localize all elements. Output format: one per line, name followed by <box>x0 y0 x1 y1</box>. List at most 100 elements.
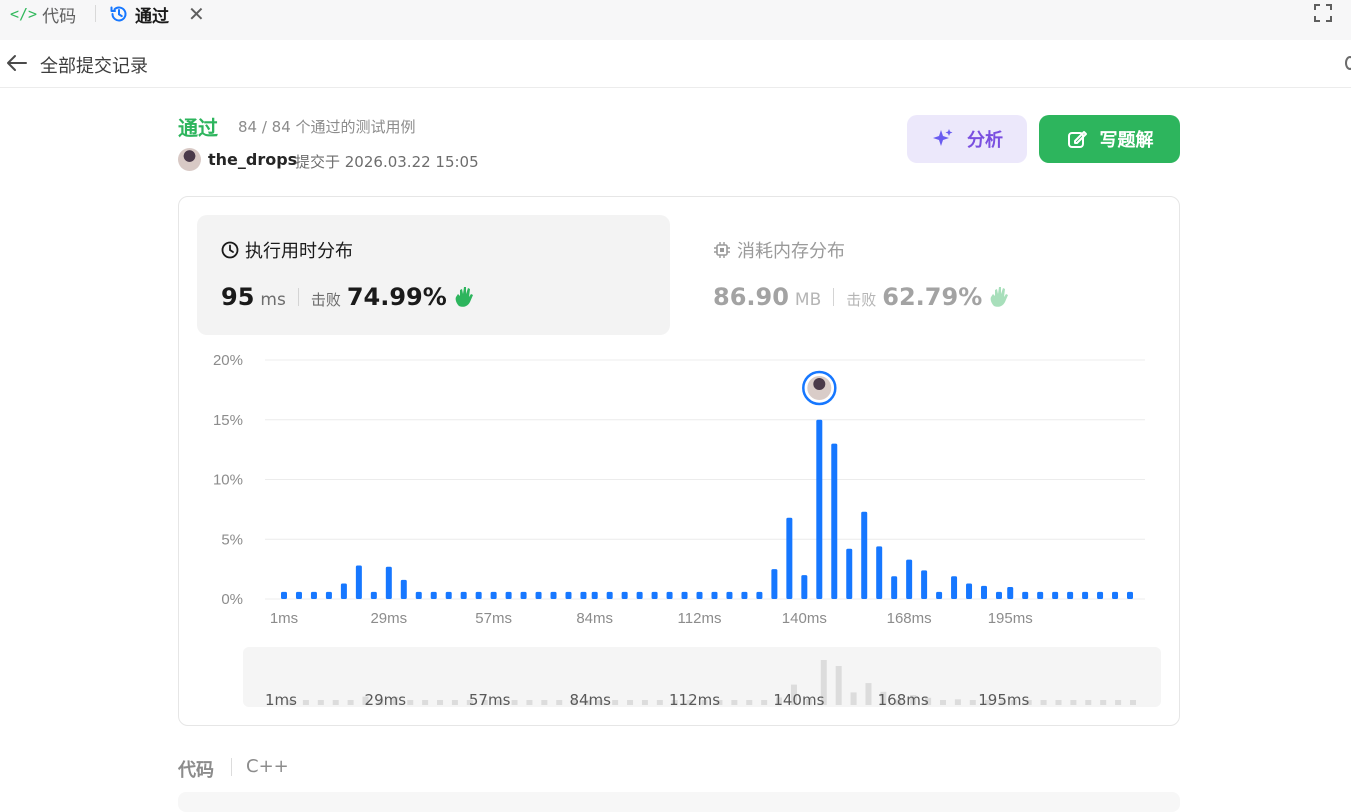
chart-bar <box>355 565 362 599</box>
navigator-tick-label: 29ms <box>365 691 407 707</box>
code-icon: </> <box>10 5 38 23</box>
navigator-preview: 1ms 29ms 57ms 84ms 112ms 140ms 168ms 195ms <box>265 660 1136 707</box>
x-tick-label: 140ms <box>782 610 827 627</box>
analyze-label: 分析 <box>967 130 1003 151</box>
runtime-unit: ms <box>260 290 286 310</box>
navigator-tick-label: 84ms <box>569 691 611 707</box>
chart-bar <box>475 591 482 599</box>
x-tick-label: 29ms <box>370 610 407 627</box>
chart-bar <box>831 443 838 599</box>
chart-bar <box>295 591 302 599</box>
navigator-bar <box>437 700 444 705</box>
sparkle-icon <box>933 129 953 146</box>
code-block <box>178 792 1180 812</box>
navigator-bar <box>347 700 354 705</box>
chart-bar <box>415 591 422 599</box>
y-tick-label: 15% <box>213 412 243 429</box>
x-tick-label: 195ms <box>988 610 1033 627</box>
navigator-bar <box>1100 700 1107 705</box>
chart-bar <box>621 591 628 599</box>
chart-bar <box>385 566 392 599</box>
runtime-distribution-chart[interactable]: 20% 15% 10% 5% 0% 1ms 29ms 57ms 84ms 112ms 140ms 1… <box>195 345 1165 635</box>
chart-bar <box>580 591 587 599</box>
chart-bar <box>995 591 1002 599</box>
navigator-bar <box>332 700 339 705</box>
chart-bar <box>460 591 467 599</box>
navigator-bar <box>422 700 429 705</box>
chart-bar <box>966 583 973 599</box>
navigator-bar <box>556 700 563 705</box>
runtime-beats-label: 击败 <box>310 291 341 309</box>
navigator-tick-label: 195ms <box>978 691 1029 707</box>
chart-bar <box>550 591 557 599</box>
runtime-divider <box>297 288 299 306</box>
chart-bar <box>741 591 748 599</box>
chart-bar <box>801 575 808 599</box>
navigator-tick-label: 1ms <box>265 691 297 707</box>
chart-bar <box>445 591 452 599</box>
x-tick-label: 57ms <box>475 610 512 627</box>
chart-bar <box>520 591 527 599</box>
chart-bar <box>711 591 718 599</box>
write-solution-label: 写题解 <box>1099 130 1154 151</box>
memory-beats-percent: 62.79% <box>882 283 983 311</box>
y-tick-label: 0% <box>221 591 243 608</box>
code-divider <box>231 758 232 776</box>
chart-bar <box>846 548 853 599</box>
navigator-bar <box>1115 700 1122 705</box>
navigator-bar <box>641 700 648 705</box>
chart-bar <box>310 591 317 599</box>
fullscreen-icon[interactable] <box>1313 3 1333 23</box>
edge-icon[interactable] <box>1345 56 1351 70</box>
chart-bar <box>696 591 703 599</box>
chart-bar <box>636 591 643 599</box>
analyze-button[interactable]: 分析 <box>907 115 1027 163</box>
chart-bar <box>906 559 913 599</box>
user-marker-avatar-face <box>813 378 826 390</box>
navigator-bar <box>511 700 518 705</box>
edit-icon <box>1067 131 1087 148</box>
navigator-bar <box>761 700 768 705</box>
page-title: 全部提交记录 <box>40 56 148 77</box>
back-arrow-icon[interactable] <box>6 53 28 73</box>
y-tick-label: 10% <box>213 472 243 489</box>
navigator-tick-label: 140ms <box>773 691 824 707</box>
chart-bar <box>606 591 613 599</box>
chart-bar <box>370 591 377 599</box>
avatar[interactable] <box>178 148 201 171</box>
runtime-panel[interactable]: 执行用时分布 95 ms 击败 74.99% <box>197 215 670 335</box>
chart-bar <box>490 591 497 599</box>
navigator-bar <box>954 699 961 705</box>
navigator-bar <box>1085 700 1092 705</box>
memory-unit: MB <box>794 290 822 310</box>
chart-bar <box>325 591 332 599</box>
chart-bar <box>340 583 347 599</box>
code-language[interactable]: C++ <box>246 756 289 777</box>
navigator-bar <box>541 700 548 705</box>
runtime-value: 95 <box>221 283 255 311</box>
tab-accepted[interactable]: 通过 <box>109 0 169 28</box>
clap-icon <box>455 287 473 307</box>
navigator-bar <box>1040 700 1047 705</box>
write-solution-button[interactable]: 写题解 <box>1039 115 1180 163</box>
tab-accepted-label: 通过 <box>135 6 169 27</box>
clock-icon <box>221 241 239 259</box>
chart-bar <box>681 591 688 599</box>
chart-bar <box>936 591 943 599</box>
chart-bar <box>651 591 658 599</box>
tab-code[interactable]: </> 代码 <box>10 0 76 28</box>
submission-time: 提交于 2026.03.22 15:05 <box>295 153 479 171</box>
navigator-tick-label: 168ms <box>878 691 929 707</box>
memory-value: 86.90 <box>713 283 789 311</box>
navigator-bar <box>407 700 414 705</box>
memory-panel[interactable]: 消耗内存分布 86.90 MB 击败 62.79% <box>689 215 1162 335</box>
chart-bar <box>591 591 598 599</box>
username[interactable]: the_drops <box>208 150 297 169</box>
navigator-bar <box>1055 700 1062 705</box>
close-icon[interactable]: ✕ <box>188 2 205 26</box>
chart-bar <box>430 591 437 599</box>
navigator-bar <box>612 700 619 705</box>
memory-title: 消耗内存分布 <box>713 237 845 263</box>
chart-range-navigator[interactable]: 1ms 29ms 57ms 84ms 112ms 140ms 168ms 195ms <box>243 647 1161 707</box>
chart-bar <box>666 591 673 599</box>
